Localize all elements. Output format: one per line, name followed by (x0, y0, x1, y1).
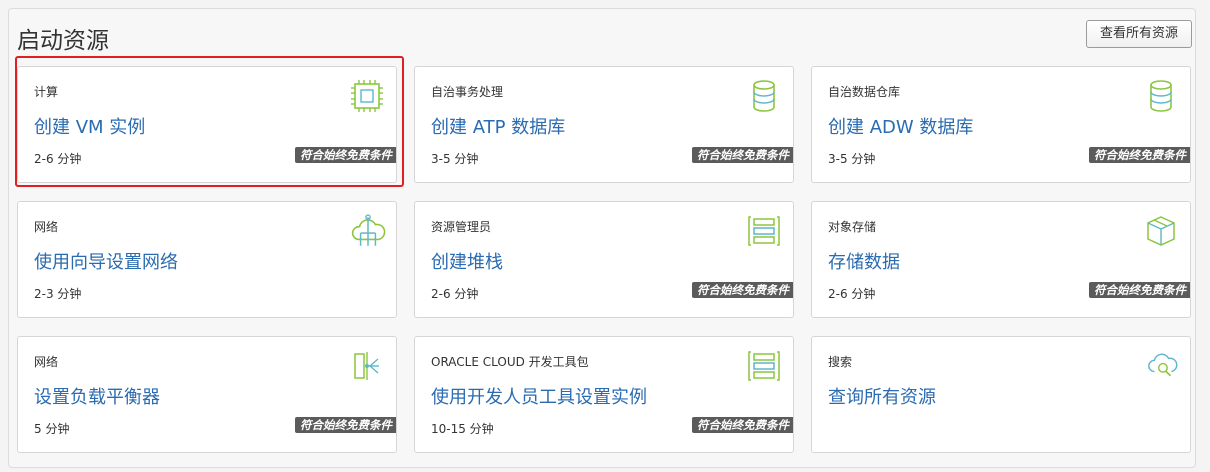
card-title-link[interactable]: 使用开发人员工具设置实例 (431, 383, 647, 409)
card-title-link[interactable]: 使用向导设置网络 (34, 248, 178, 274)
always-free-badge: 符合始终免费条件 (295, 417, 396, 433)
card-create-vm-instance[interactable]: 计算 创建 VM 实例 2-6 分钟 符合始终免费条件 (17, 66, 397, 183)
cpu-chip-icon (351, 80, 383, 112)
card-title-link[interactable]: 查询所有资源 (828, 383, 936, 409)
storage-box-icon (1147, 216, 1175, 246)
always-free-badge: 符合始终免费条件 (1089, 282, 1190, 298)
card-category: ORACLE CLOUD 开发工具包 (431, 355, 589, 369)
card-load-balancer[interactable]: 网络 设置负载平衡器 5 分钟 符合始终免费条件 (17, 336, 397, 453)
card-time-estimate: 2-6 分钟 (34, 152, 82, 166)
stack-icon (748, 351, 780, 381)
card-title-link[interactable]: 存储数据 (828, 248, 900, 274)
card-category: 搜索 (828, 355, 853, 369)
card-time-estimate: 2-3 分钟 (34, 287, 82, 301)
card-time-estimate: 3-5 分钟 (431, 152, 479, 166)
database-icon (753, 80, 775, 112)
card-time-estimate: 2-6 分钟 (828, 287, 876, 301)
card-create-atp-database[interactable]: 自治事务处理 创建 ATP 数据库 3-5 分钟 符合始终免费条件 (414, 66, 794, 183)
view-all-resources-button[interactable]: 查看所有资源 (1086, 20, 1192, 48)
always-free-badge: 符合始终免费条件 (692, 282, 793, 298)
card-category: 计算 (34, 85, 59, 99)
always-free-badge: 符合始终免费条件 (692, 417, 793, 433)
card-create-stack[interactable]: 资源管理员 创建堆栈 2-6 分钟 符合始终免费条件 (414, 201, 794, 318)
card-title-link[interactable]: 创建 VM 实例 (34, 113, 145, 139)
card-search-all-resources[interactable]: 搜索 查询所有资源 (811, 336, 1191, 453)
card-title-link[interactable]: 创建 ADW 数据库 (828, 113, 973, 139)
card-title-link[interactable]: 创建堆栈 (431, 248, 503, 274)
card-category: 自治事务处理 (431, 85, 504, 99)
card-category: 自治数据仓库 (828, 85, 901, 99)
card-time-estimate: 2-6 分钟 (431, 287, 479, 301)
card-time-estimate: 5 分钟 (34, 422, 70, 436)
card-category: 资源管理员 (431, 220, 492, 234)
always-free-badge: 符合始终免费条件 (1089, 147, 1190, 163)
card-category: 网络 (34, 220, 59, 234)
card-network-wizard[interactable]: 网络 使用向导设置网络 2-3 分钟 (17, 201, 397, 318)
stack-icon (748, 216, 780, 246)
card-dev-tools-instance[interactable]: ORACLE CLOUD 开发工具包 使用开发人员工具设置实例 10-15 分钟… (414, 336, 794, 453)
card-title-link[interactable]: 创建 ATP 数据库 (431, 113, 565, 139)
cloud-search-icon (1148, 353, 1178, 377)
card-time-estimate: 10-15 分钟 (431, 422, 494, 436)
cloud-network-icon (351, 214, 386, 246)
card-title-link[interactable]: 设置负载平衡器 (34, 383, 160, 409)
card-category: 网络 (34, 355, 59, 369)
database-icon (1150, 80, 1172, 112)
page-title: 启动资源 (17, 28, 109, 54)
load-balancer-icon (354, 352, 379, 380)
card-create-adw-database[interactable]: 自治数据仓库 创建 ADW 数据库 3-5 分钟 符合始终免费条件 (811, 66, 1191, 183)
card-store-data[interactable]: 对象存储 存储数据 2-6 分钟 符合始终免费条件 (811, 201, 1191, 318)
always-free-badge: 符合始终免费条件 (692, 147, 793, 163)
always-free-badge: 符合始终免费条件 (295, 147, 396, 163)
card-category: 对象存储 (828, 220, 877, 234)
card-time-estimate: 3-5 分钟 (828, 152, 876, 166)
